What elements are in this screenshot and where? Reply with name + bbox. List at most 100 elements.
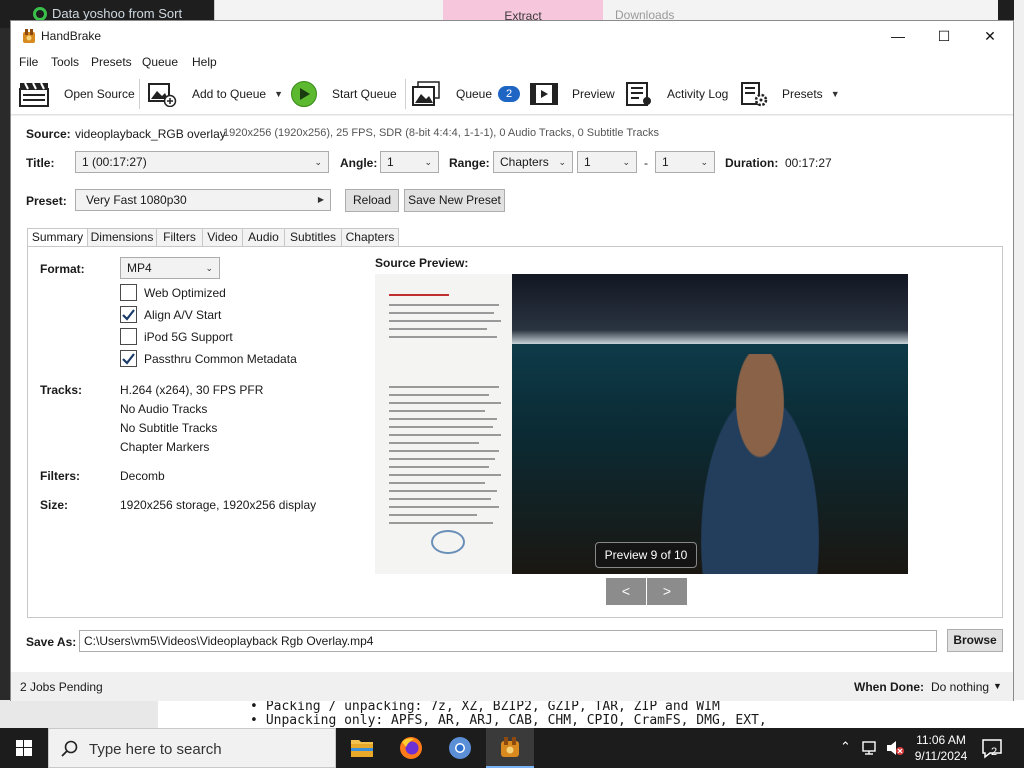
start-queue-button[interactable]: Start Queue <box>290 81 397 107</box>
presets-label: Presets <box>782 87 823 101</box>
chevron-down-icon[interactable]: ▼ <box>274 89 283 99</box>
queue-count-badge: 2 <box>498 86 521 102</box>
jobs-pending-text: 2 Jobs Pending <box>20 680 103 694</box>
preview-label: Preview <box>572 87 615 101</box>
tab-filters[interactable]: Filters <box>156 228 203 247</box>
minimize-button[interactable]: — <box>875 21 921 51</box>
source-info: 1920x256 (1920x256), 25 FPS, SDR (8-bit … <box>223 127 659 139</box>
window-titlebar: HandBrake — ☐ ✕ <box>11 21 1013 51</box>
main-toolbar: Open Source Add to Queue ▼ Start Queue Q… <box>11 73 1013 115</box>
reload-button[interactable]: Reload <box>345 189 399 212</box>
presets-gear-icon <box>741 82 768 107</box>
web-optimized-checkbox[interactable] <box>120 284 137 301</box>
system-clock[interactable]: 11:06 AM 9/11/2024 <box>908 732 974 764</box>
browse-button[interactable]: Browse <box>947 629 1003 652</box>
windows-logo-icon <box>16 740 32 756</box>
list-item: Unpacking only: APFS, AR, ARJ, CAB, CHM,… <box>250 714 767 728</box>
status-bar: 2 Jobs Pending When Done: Do nothing ▼ <box>11 672 1013 701</box>
tab-video[interactable]: Video <box>202 228 243 247</box>
chrome-taskbar-button[interactable] <box>436 728 484 768</box>
align-av-start-checkbox[interactable] <box>120 306 137 323</box>
save-as-path-input[interactable]: C:\Users\vm5\Videos\Videoplayback Rgb Ov… <box>79 630 937 652</box>
range-mode-select[interactable]: Chapters ⌄ <box>493 151 573 173</box>
filters-label: Filters: <box>40 469 81 483</box>
range-start-select[interactable]: 1 ⌄ <box>577 151 637 173</box>
preset-select[interactable]: Very Fast 1080p30 ▶ <box>75 189 331 211</box>
track-chapters: Chapter Markers <box>120 440 210 454</box>
open-source-button[interactable]: Open Source <box>19 81 135 107</box>
add-to-queue-label: Add to Queue <box>192 87 267 101</box>
passthru-metadata-checkbox[interactable] <box>120 350 137 367</box>
filters-value: Decomb <box>120 469 165 483</box>
network-icon[interactable] <box>862 740 880 756</box>
format-label: Format: <box>40 262 85 276</box>
taskbar-search-input[interactable]: Type here to search <box>48 728 336 768</box>
presets-button[interactable]: Presets ▼ <box>739 81 840 107</box>
tab-chapters[interactable]: Chapters <box>341 228 399 247</box>
film-strip-icon <box>530 83 558 105</box>
activity-log-button[interactable]: Activity Log <box>624 81 728 107</box>
background-document: Packing / unpacking: 7z, XZ, BZIP2, GZIP… <box>0 700 1024 728</box>
queue-button[interactable]: Queue 2 <box>411 81 521 107</box>
chevron-up-icon[interactable]: ⌃ <box>840 739 851 755</box>
menu-bar: File Tools Presets Queue Help <box>11 51 1013 73</box>
queue-label: Queue <box>456 87 493 101</box>
ipod-5g-support-checkbox[interactable] <box>120 328 137 345</box>
save-as-label: Save As: <box>26 635 77 649</box>
volume-muted-icon[interactable] <box>885 740 905 756</box>
firefox-icon <box>400 737 422 759</box>
maximize-button[interactable]: ☐ <box>921 21 967 51</box>
next-preview-button[interactable]: > <box>647 578 687 605</box>
track-subtitles: No Subtitle Tracks <box>120 421 218 435</box>
file-explorer-taskbar-button[interactable] <box>338 728 386 768</box>
menu-queue[interactable]: Queue <box>142 55 178 69</box>
menu-file[interactable]: File <box>19 55 38 69</box>
preview-counter: Preview 9 of 10 <box>595 542 697 568</box>
menu-help[interactable]: Help <box>192 55 217 69</box>
start-button[interactable] <box>0 728 48 768</box>
menu-presets[interactable]: Presets <box>91 55 132 69</box>
taskbar: Type here to search ⌃ 11:06 AM 9/11/2024… <box>0 728 1024 768</box>
passthru-metadata-label: Passthru Common Metadata <box>144 352 297 366</box>
notifications-button[interactable]: 2 <box>980 736 1004 760</box>
summary-panel: Format: MP4 ⌄ Web Optimized Align A/V St… <box>27 246 1003 618</box>
background-window-edge <box>1014 0 1024 728</box>
chevron-down-icon[interactable]: ▼ <box>993 681 1002 691</box>
clock-time: 11:06 AM <box>916 733 966 747</box>
tab-dimensions[interactable]: Dimensions <box>87 228 157 247</box>
list-item: Packing / unpacking: 7z, XZ, BZIP2, GZIP… <box>250 700 767 714</box>
background-app-icon <box>33 7 47 21</box>
notification-count: 2 <box>991 746 998 758</box>
handbrake-taskbar-button[interactable] <box>486 728 534 768</box>
ipod-5g-support-label: iPod 5G Support <box>144 330 233 344</box>
close-button[interactable]: ✕ <box>967 21 1013 51</box>
handbrake-icon <box>501 737 519 757</box>
preset-label: Preset: <box>26 194 67 208</box>
preview-button[interactable]: Preview <box>529 81 615 107</box>
menu-tools[interactable]: Tools <box>51 55 79 69</box>
format-select[interactable]: MP4 ⌄ <box>120 257 220 279</box>
when-done-label: When Done: <box>854 680 924 694</box>
range-end-select[interactable]: 1 ⌄ <box>655 151 715 173</box>
search-placeholder: Type here to search <box>89 741 222 758</box>
previous-preview-button[interactable]: < <box>606 578 646 605</box>
when-done-select[interactable]: Do nothing <box>931 680 989 694</box>
tab-summary[interactable]: Summary <box>27 228 88 248</box>
add-to-queue-button[interactable]: Add to Queue ▼ <box>147 81 283 107</box>
angle-label: Angle: <box>340 156 378 170</box>
tab-subtitles[interactable]: Subtitles <box>284 228 342 247</box>
angle-select[interactable]: 1 ⌄ <box>380 151 439 173</box>
title-select[interactable]: 1 (00:17:27) ⌄ <box>75 151 329 173</box>
align-av-start-label: Align A/V Start <box>144 308 222 322</box>
source-label: Source: <box>26 127 71 141</box>
tab-audio[interactable]: Audio <box>242 228 285 247</box>
duration-label: Duration: <box>725 156 779 170</box>
background-bullet-list: Packing / unpacking: 7z, XZ, BZIP2, GZIP… <box>250 700 767 728</box>
chrome-icon <box>449 737 471 759</box>
title-label: Title: <box>26 156 55 170</box>
firefox-taskbar-button[interactable] <box>387 728 435 768</box>
save-new-preset-button[interactable]: Save New Preset <box>404 189 505 212</box>
handbrake-logo-icon <box>23 29 35 43</box>
chevron-down-icon[interactable]: ▼ <box>831 89 840 99</box>
chevron-right-icon: ▶ <box>317 195 324 204</box>
